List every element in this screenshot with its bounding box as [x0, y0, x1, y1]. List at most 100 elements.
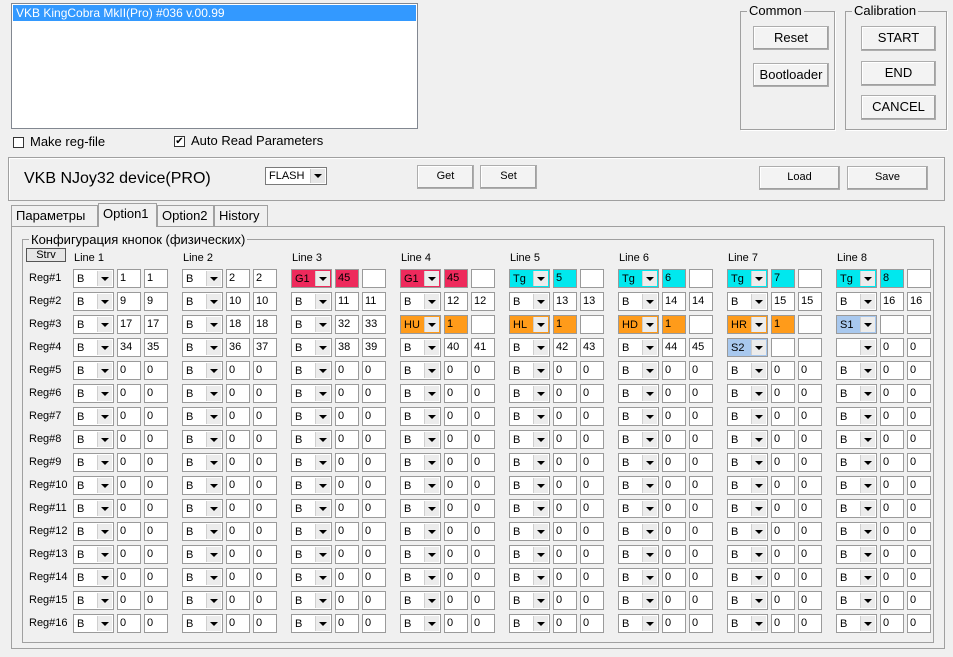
mode-select[interactable]: B	[182, 522, 223, 541]
mode-select[interactable]: B	[618, 499, 659, 518]
mode-select[interactable]: B	[400, 568, 441, 587]
chevron-down-icon[interactable]	[533, 409, 548, 424]
value-field-1[interactable]: 0	[444, 614, 468, 633]
mode-select[interactable]: B	[727, 384, 768, 403]
value-field-2[interactable]: 0	[144, 568, 168, 587]
value-field-1[interactable]: 0	[335, 384, 359, 403]
chevron-down-icon[interactable]	[751, 616, 766, 631]
chevron-down-icon[interactable]	[642, 616, 657, 631]
device-list[interactable]: VKB KingCobra MkII(Pro) #036 v.00.99	[11, 3, 418, 129]
cancel-button[interactable]: CANCEL	[861, 95, 936, 120]
value-field-1[interactable]: 0	[880, 591, 904, 610]
chevron-down-icon[interactable]	[97, 455, 112, 470]
mode-select[interactable]: B	[400, 591, 441, 610]
mode-select[interactable]: B	[291, 315, 332, 334]
value-field-2[interactable]	[471, 269, 495, 288]
value-field-1[interactable]: 0	[117, 614, 141, 633]
mode-select[interactable]: B	[618, 453, 659, 472]
chevron-down-icon[interactable]	[751, 593, 766, 608]
chevron-down-icon[interactable]	[533, 386, 548, 401]
value-field-2[interactable]: 0	[580, 430, 604, 449]
chevron-down-icon[interactable]	[642, 386, 657, 401]
value-field-2[interactable]: 0	[362, 591, 386, 610]
value-field-1[interactable]: 0	[880, 384, 904, 403]
value-field-1[interactable]: 32	[335, 315, 359, 334]
mode-select[interactable]: B	[727, 430, 768, 449]
value-field-2[interactable]: 41	[471, 338, 495, 357]
mode-select[interactable]: B	[400, 499, 441, 518]
mode-select[interactable]: B	[509, 499, 550, 518]
mode-select[interactable]: B	[182, 591, 223, 610]
chevron-down-icon[interactable]	[642, 547, 657, 562]
mode-select[interactable]: B	[291, 614, 332, 633]
value-field-2[interactable]: 14	[689, 292, 713, 311]
value-field-2[interactable]: 0	[253, 407, 277, 426]
value-field-1[interactable]: 0	[662, 361, 686, 380]
mode-select[interactable]: B	[618, 591, 659, 610]
value-field-2[interactable]: 0	[144, 614, 168, 633]
value-field-2[interactable]: 0	[689, 545, 713, 564]
value-field-1[interactable]: 0	[771, 568, 795, 587]
chevron-down-icon[interactable]	[860, 271, 875, 286]
value-field-1[interactable]: 0	[226, 407, 250, 426]
value-field-1[interactable]: 6	[662, 269, 686, 288]
value-field-1[interactable]: 0	[771, 614, 795, 633]
value-field-2[interactable]: 0	[580, 591, 604, 610]
mode-select[interactable]: Tg	[727, 269, 768, 288]
mode-select[interactable]: B	[509, 568, 550, 587]
value-field-2[interactable]: 10	[253, 292, 277, 311]
value-field-1[interactable]: 0	[662, 384, 686, 403]
chevron-down-icon[interactable]	[860, 409, 875, 424]
mode-select[interactable]: B	[836, 614, 877, 633]
value-field-2[interactable]: 0	[580, 522, 604, 541]
mode-select[interactable]: B	[182, 292, 223, 311]
mode-select[interactable]: HU	[400, 315, 441, 334]
mode-select[interactable]: B	[73, 545, 114, 564]
value-field-1[interactable]	[880, 315, 904, 334]
value-field-2[interactable]: 0	[689, 499, 713, 518]
value-field-1[interactable]: 1	[771, 315, 795, 334]
chevron-down-icon[interactable]	[315, 409, 330, 424]
value-field-1[interactable]: 0	[553, 522, 577, 541]
value-field-1[interactable]: 0	[662, 499, 686, 518]
mode-select[interactable]: B	[836, 292, 877, 311]
value-field-1[interactable]: 12	[444, 292, 468, 311]
value-field-2[interactable]: 0	[471, 568, 495, 587]
mode-select[interactable]: B	[291, 361, 332, 380]
value-field-1[interactable]: 0	[226, 476, 250, 495]
value-field-1[interactable]: 0	[553, 545, 577, 564]
value-field-1[interactable]: 0	[335, 407, 359, 426]
mode-select[interactable]: B	[618, 361, 659, 380]
value-field-1[interactable]: 0	[444, 476, 468, 495]
mode-select[interactable]: B	[182, 430, 223, 449]
chevron-down-icon[interactable]	[424, 386, 439, 401]
value-field-1[interactable]: 7	[771, 269, 795, 288]
value-field-2[interactable]: 0	[580, 568, 604, 587]
mode-select[interactable]: B	[618, 545, 659, 564]
mode-select[interactable]: HR	[727, 315, 768, 334]
value-field-1[interactable]: 0	[880, 361, 904, 380]
mode-select[interactable]: B	[400, 545, 441, 564]
chevron-down-icon[interactable]	[533, 340, 548, 355]
mode-select[interactable]: B	[73, 430, 114, 449]
chevron-down-icon[interactable]	[206, 317, 221, 332]
value-field-1[interactable]: 36	[226, 338, 250, 357]
value-field-2[interactable]	[689, 269, 713, 288]
value-field-2[interactable]	[689, 315, 713, 334]
chevron-down-icon[interactable]	[424, 294, 439, 309]
value-field-2[interactable]: 0	[471, 499, 495, 518]
chevron-down-icon[interactable]	[97, 570, 112, 585]
chevron-down-icon[interactable]	[206, 593, 221, 608]
value-field-2[interactable]: 0	[144, 499, 168, 518]
mode-select[interactable]: B	[618, 430, 659, 449]
value-field-2[interactable]: 17	[144, 315, 168, 334]
value-field-1[interactable]: 0	[771, 476, 795, 495]
chevron-down-icon[interactable]	[533, 455, 548, 470]
value-field-2[interactable]: 0	[144, 522, 168, 541]
chevron-down-icon[interactable]	[424, 593, 439, 608]
mode-select[interactable]: B	[291, 522, 332, 541]
value-field-1[interactable]: 13	[553, 292, 577, 311]
mode-select[interactable]: B	[291, 453, 332, 472]
value-field-2[interactable]: 0	[689, 384, 713, 403]
reset-button[interactable]: Reset	[753, 26, 829, 50]
